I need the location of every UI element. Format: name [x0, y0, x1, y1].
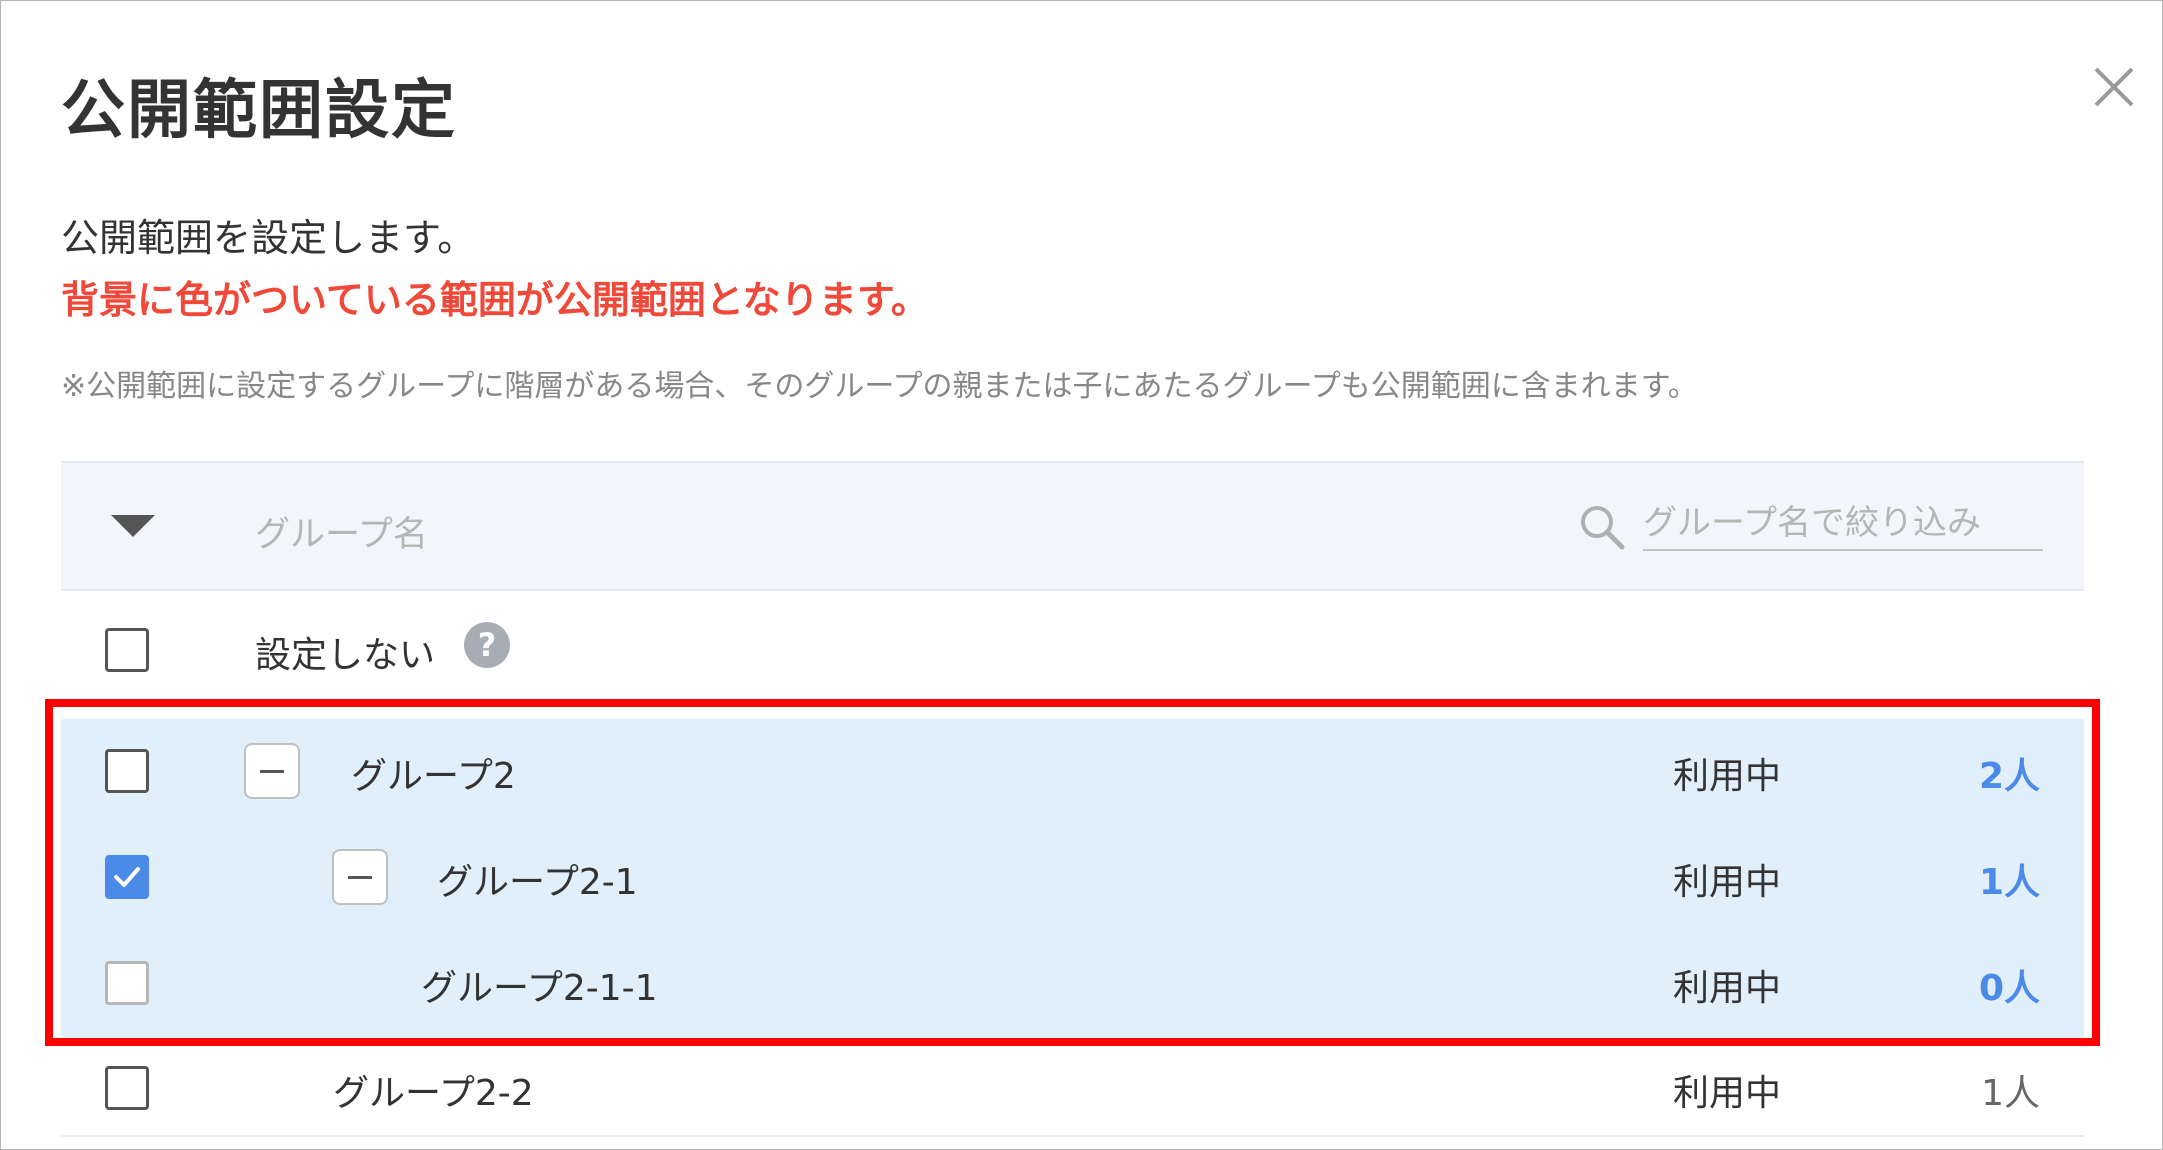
group-status: 利用中	[1673, 968, 1782, 1009]
table-row[interactable]: グループ2-2 利用中 1人	[61, 1036, 2084, 1142]
table-header: グループ名	[61, 461, 2084, 591]
row-checkbox[interactable]	[105, 855, 149, 899]
highlight-warning: 背景に色がついている範囲が公開範囲となります。	[61, 278, 929, 322]
table-row[interactable]: グループ2-1 利用中 1人	[61, 825, 2084, 931]
member-count: 1人	[1981, 1073, 2040, 1114]
group-status: 利用中	[1673, 862, 1782, 903]
group-status: 利用中	[1673, 756, 1782, 797]
hierarchy-note: ※公開範囲に設定するグループに階層がある場合、そのグループの親または子にあたるグ…	[61, 369, 1698, 404]
none-option-row[interactable]: 設定しない ?	[61, 598, 2084, 704]
checkmark-icon	[114, 867, 140, 887]
collapse-minus-icon[interactable]	[332, 849, 388, 905]
group-name: グループ2-1	[437, 862, 638, 903]
group-name: グループ2	[351, 756, 516, 797]
column-group-name: グループ名	[255, 515, 428, 555]
close-icon[interactable]	[2086, 59, 2142, 115]
row-checkbox[interactable]	[105, 1066, 149, 1110]
dialog-description: 公開範囲を設定します。	[61, 216, 476, 260]
row-checkbox[interactable]	[105, 961, 149, 1005]
sort-triangle-icon[interactable]	[111, 515, 155, 537]
none-option-checkbox[interactable]	[105, 628, 149, 672]
group-name: グループ2-2	[333, 1073, 534, 1114]
group-status: 利用中	[1673, 1073, 1782, 1114]
table-bottom-divider	[61, 1135, 2084, 1137]
member-count-link[interactable]: 2人	[1979, 747, 2040, 799]
table-row[interactable]: グループ2-1-1 利用中 0人	[61, 931, 2084, 1037]
member-count-link[interactable]: 0人	[1979, 959, 2040, 1011]
member-count-link[interactable]: 1人	[1979, 853, 2040, 905]
dialog-title: 公開範囲設定	[61, 74, 457, 148]
row-checkbox[interactable]	[105, 749, 149, 793]
table-row[interactable]: グループ2 利用中 2人	[61, 719, 2084, 825]
publish-scope-dialog: 公開範囲設定 公開範囲を設定します。 背景に色がついている範囲が公開範囲となりま…	[0, 0, 2163, 1150]
none-option-label: 設定しない	[255, 635, 436, 676]
group-name: グループ2-1-1	[421, 968, 658, 1009]
help-icon[interactable]: ?	[464, 622, 510, 668]
search-icon	[1576, 501, 1628, 553]
group-filter-input[interactable]	[1643, 497, 2043, 551]
collapse-minus-icon[interactable]	[244, 743, 300, 799]
